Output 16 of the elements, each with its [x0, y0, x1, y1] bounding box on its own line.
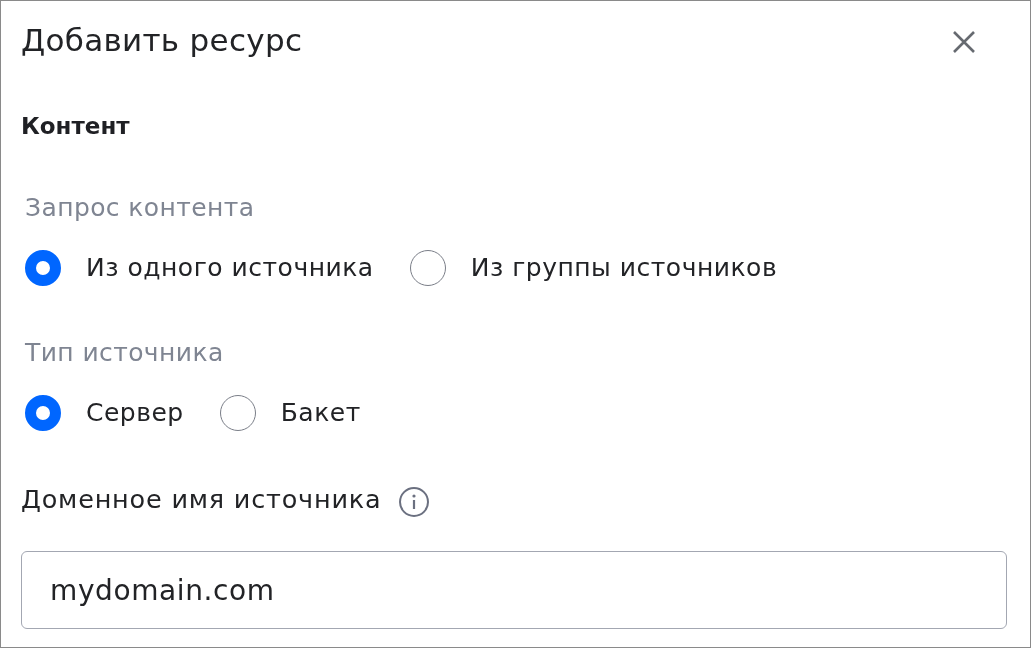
info-icon[interactable] — [399, 487, 430, 517]
radio-label[interactable]: Сервер — [86, 395, 184, 431]
domain-input[interactable]: mydomain.com — [21, 551, 1007, 629]
radio-button[interactable] — [219, 395, 256, 431]
radio-label[interactable]: Бакет — [280, 395, 361, 431]
radio-label[interactable]: Из группы источников — [470, 250, 778, 286]
section-heading: Контент — [21, 112, 131, 141]
radio-button[interactable] — [409, 250, 446, 286]
radio-label[interactable]: Из одного источника — [86, 250, 374, 286]
radio-button[interactable] — [25, 250, 61, 286]
group-label: Запрос контента — [24, 193, 256, 223]
radio-button[interactable] — [25, 395, 61, 431]
dialog-title: Добавить ресурс — [21, 21, 303, 60]
group-label: Тип источника — [24, 338, 225, 368]
field-label: Доменное имя источника — [21, 484, 382, 514]
close-icon — [952, 29, 976, 54]
